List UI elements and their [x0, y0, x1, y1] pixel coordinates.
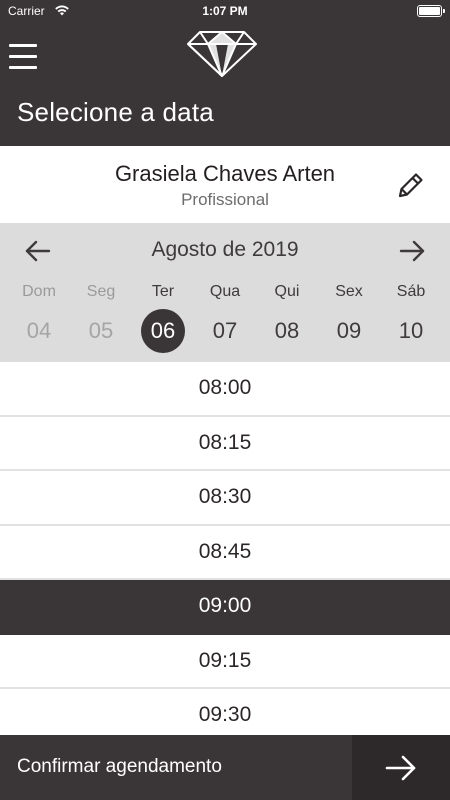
day-number: 05 — [88, 318, 114, 343]
day-cell[interactable]: 09 — [318, 309, 380, 353]
weekday-label: Qui — [274, 283, 300, 300]
day-cell[interactable]: 04 — [8, 309, 70, 353]
week-calendar: Agosto de 2019 Dom Seg Ter Qua Qui Sex S… — [0, 223, 450, 362]
day-cell[interactable]: 05 — [70, 309, 132, 353]
weekday-row: Dom Seg Ter Qua Qui Sex Sáb — [8, 283, 442, 301]
arrow-right-icon — [385, 755, 416, 781]
next-button[interactable] — [352, 735, 450, 800]
weekday-label: Sáb — [396, 283, 426, 300]
weekday-label: Qua — [209, 283, 241, 300]
time-slot[interactable]: 09:15 — [0, 634, 450, 689]
day-number: 08 — [274, 318, 300, 343]
status-bar: Carrier 1:07 PM — [0, 0, 450, 22]
time-slot[interactable]: 08:45 — [0, 525, 450, 580]
day-cell[interactable]: 07 — [194, 309, 256, 353]
day-number: 04 — [26, 318, 52, 343]
day-cell-selected[interactable]: 06 — [132, 309, 194, 353]
professional-name: Grasiela Chaves Arten — [114, 161, 336, 186]
hamburger-menu-icon[interactable] — [9, 44, 39, 70]
time-slot-selected[interactable]: 09:00 — [0, 580, 450, 635]
confirm-booking-button[interactable]: Confirmar agendamento — [0, 735, 352, 800]
weekday-label: Ter — [151, 283, 175, 300]
day-number: 06 — [141, 309, 185, 353]
day-cell[interactable]: 08 — [256, 309, 318, 353]
battery-icon — [417, 5, 445, 17]
clock-time: 1:07 PM — [202, 4, 248, 18]
pencil-icon[interactable] — [392, 168, 428, 204]
confirm-booking-label: Confirmar agendamento — [17, 756, 222, 777]
time-slot[interactable]: 08:30 — [0, 471, 450, 526]
arrow-right-icon[interactable] — [396, 235, 428, 267]
professional-card: Grasiela Chaves Arten Profissional — [0, 146, 450, 223]
day-number: 07 — [212, 318, 238, 343]
month-label: Agosto de 2019 — [151, 238, 299, 261]
page-title: Selecione a data — [17, 97, 214, 127]
app-header: Selecione a data — [0, 22, 450, 146]
day-number: 10 — [398, 318, 424, 343]
diamond-logo — [186, 28, 258, 78]
day-cell[interactable]: 10 — [380, 309, 442, 353]
weekday-label: Seg — [86, 283, 116, 300]
time-slot-list[interactable]: 08:00 08:15 08:30 08:45 09:00 09:15 09:3… — [0, 362, 450, 735]
day-row: 04 05 06 07 08 09 10 — [8, 309, 442, 353]
weekday-label: Sex — [335, 283, 363, 300]
time-slot[interactable]: 09:30 — [0, 689, 450, 735]
day-number: 09 — [336, 318, 362, 343]
time-slot[interactable]: 08:00 — [0, 362, 450, 417]
time-slot[interactable]: 08:15 — [0, 416, 450, 471]
professional-role: Profissional — [181, 190, 269, 209]
weekday-label: Dom — [22, 283, 56, 300]
footer-bar: Confirmar agendamento — [0, 735, 450, 800]
